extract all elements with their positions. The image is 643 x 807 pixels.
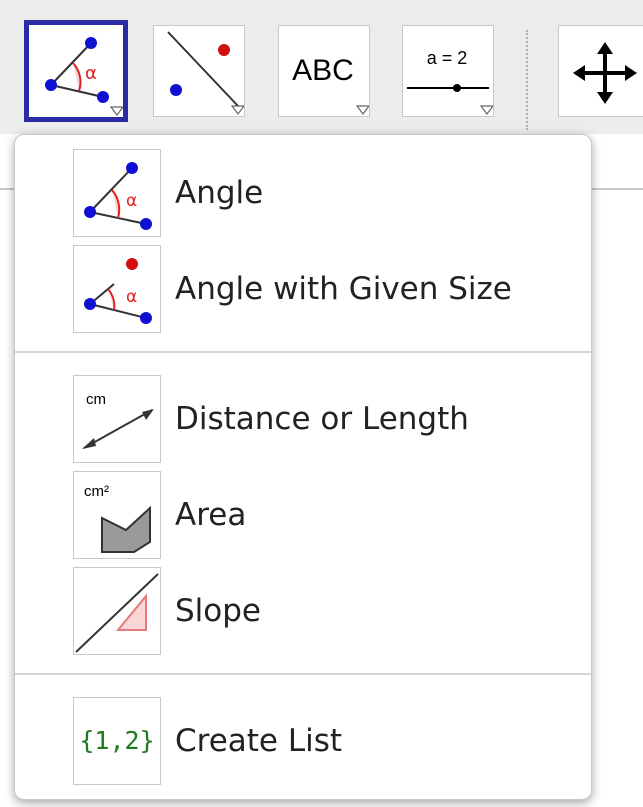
menu-item-angle-with-given-size[interactable]: α Angle with Given Size (15, 245, 591, 337)
menu-item-label: Angle with Given Size (175, 271, 512, 307)
menu-divider (15, 673, 591, 675)
area-icon-box: cm² (73, 471, 161, 559)
angle-given-size-icon: α (84, 258, 152, 324)
angle-tools-dropdown-menu: α Angle α Angle with Given Size cm Dista… (14, 134, 592, 800)
slope-icon (75, 573, 159, 653)
slider-tool-button[interactable]: a = 2 (402, 25, 494, 117)
distance-icon-text: cm (86, 391, 106, 408)
angle-given-size-icon-box: α (73, 245, 161, 333)
area-icon: cm² (84, 483, 151, 553)
angle-icon-box: α (73, 149, 161, 237)
menu-item-label: Angle (175, 175, 264, 211)
angle-icon: α (45, 37, 123, 116)
move-graphics-view-tool-button[interactable] (558, 25, 643, 117)
toolbar: α ABC a = 2 (0, 0, 643, 134)
menu-item-distance-or-length[interactable]: cm Distance or Length (15, 375, 591, 467)
angle-icon: α (84, 162, 152, 230)
angle-tool-button[interactable]: α (24, 20, 128, 122)
slider-icon (407, 84, 493, 115)
menu-item-create-list[interactable]: {1,2} Create List (15, 697, 591, 789)
distance-icon-box: cm (73, 375, 161, 463)
menu-item-label: Slope (175, 593, 262, 629)
menu-item-label: Area (175, 497, 247, 533)
menu-divider (15, 351, 591, 353)
move-arrows-icon (573, 42, 637, 104)
toolbar-separator (526, 30, 528, 130)
svg-text:α: α (126, 191, 137, 211)
area-icon-text: cm² (84, 483, 109, 500)
list-icon-box: {1,2} (73, 697, 161, 785)
menu-item-angle[interactable]: α Angle (15, 149, 591, 241)
perpendicular-line-tool-button[interactable] (153, 25, 245, 117)
menu-item-label: Distance or Length (175, 401, 469, 437)
list-icon: {1,2} (79, 726, 155, 755)
dropdown-triangle-icon (355, 105, 369, 115)
menu-item-area[interactable]: cm² Area (15, 471, 591, 563)
svg-text:α: α (85, 63, 97, 84)
point-line-icon (167, 31, 244, 115)
slope-icon-box (73, 567, 161, 655)
menu-item-label: Create List (175, 723, 343, 759)
menu-item-slope[interactable]: Slope (15, 567, 591, 659)
svg-text:α: α (126, 287, 137, 307)
text-tool-button[interactable]: ABC (278, 25, 370, 117)
distance-icon: cm (82, 391, 154, 449)
